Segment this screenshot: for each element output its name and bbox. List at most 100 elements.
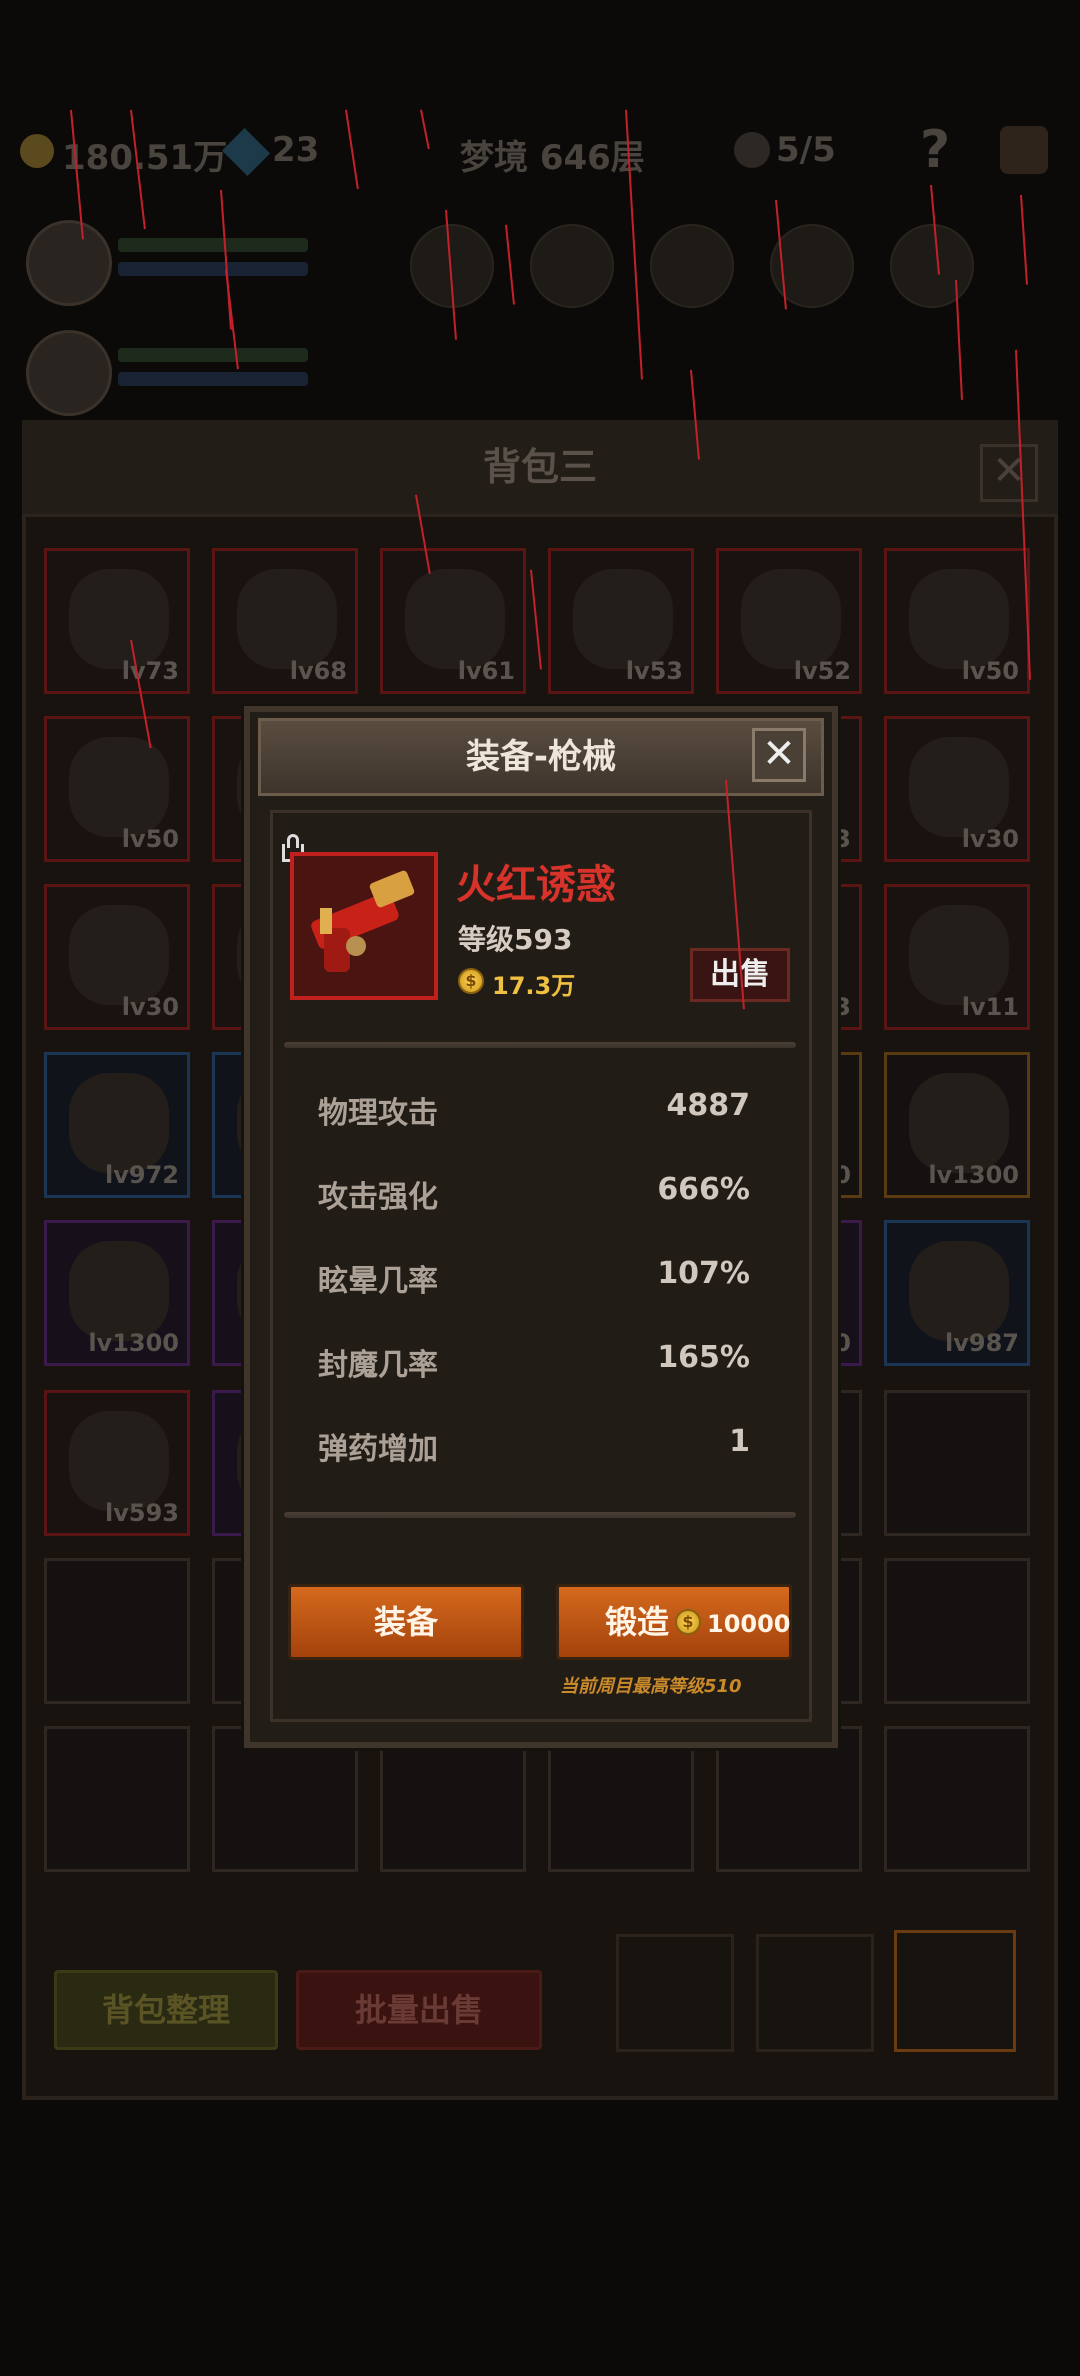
hero-avatar[interactable] [26, 220, 112, 306]
item-art-icon [909, 905, 1009, 1005]
slot-level-label: lv73 [121, 657, 179, 685]
stat-value: 165% [657, 1340, 750, 1375]
rain-streak [505, 224, 515, 305]
bag-slot[interactable] [44, 1558, 190, 1704]
item-art-icon [69, 1411, 169, 1511]
slot-level-label: lv30 [121, 993, 179, 1021]
item-art-icon [69, 1073, 169, 1173]
bag-slot[interactable]: lv987 [884, 1220, 1030, 1366]
item-art-icon [69, 1241, 169, 1341]
forge-label: 锻造 [605, 1603, 670, 1641]
stat-label: 物理攻击 [318, 1096, 438, 1131]
divider-top [284, 1042, 796, 1048]
bag-slot[interactable] [884, 1726, 1030, 1872]
pet-avatar[interactable] [26, 330, 112, 416]
bag-slot[interactable]: lv30 [884, 716, 1030, 862]
item-art-icon [741, 569, 841, 669]
rain-streak [420, 109, 430, 150]
item-art-icon [69, 737, 169, 837]
item-art-icon [237, 569, 337, 669]
slot-level-label: lv972 [105, 1161, 179, 1189]
slot-level-label: lv1300 [928, 1161, 1019, 1189]
menu-icon[interactable] [1000, 126, 1048, 174]
bag-slot[interactable] [44, 1726, 190, 1872]
slot-level-label: lv1300 [88, 1329, 179, 1357]
stat-value: 1 [729, 1424, 750, 1459]
help-button[interactable]: ? [920, 120, 950, 180]
bag-tab-3[interactable] [894, 1930, 1016, 2052]
bag-slot[interactable]: lv50 [44, 716, 190, 862]
max-level-note: 当前周目最高等级510 [560, 1676, 742, 1697]
bag-close-button[interactable]: ✕ [980, 444, 1038, 502]
gem-amount: 23 [272, 130, 320, 170]
slot-level-label: lv987 [945, 1329, 1019, 1357]
stage-label: 梦境 646层 [460, 138, 645, 178]
stat-value: 666% [657, 1172, 750, 1207]
forge-cost: 10000 [707, 1610, 791, 1638]
bag-slot[interactable] [884, 1558, 1030, 1704]
pet-hp-bar [118, 348, 308, 362]
hero-hp-bar [118, 238, 308, 252]
slot-level-label: lv68 [289, 657, 347, 685]
bag-slot[interactable]: lv52 [716, 548, 862, 694]
pet-mp-bar [118, 372, 308, 386]
item-name: 火红诱惑 [456, 862, 616, 908]
slot-level-label: lv593 [105, 1499, 179, 1527]
item-art-icon [69, 569, 169, 669]
item-level: 等级593 [458, 923, 573, 956]
bag-slot[interactable]: lv30 [44, 884, 190, 1030]
slot-level-label: lv50 [961, 657, 1019, 685]
coin-icon: $ [458, 968, 484, 994]
bag-title: 背包三 [22, 420, 1058, 517]
stat-label: 攻击强化 [318, 1180, 438, 1215]
bag-slot[interactable]: lv972 [44, 1052, 190, 1198]
item-art-icon [909, 1073, 1009, 1173]
bag-slot[interactable]: lv61 [380, 548, 526, 694]
bulk-sell-button[interactable]: 批量出售 [296, 1970, 542, 2050]
dialog-close-button[interactable]: ✕ [752, 728, 806, 782]
slot-level-label: lv52 [793, 657, 851, 685]
bag-slot[interactable]: lv73 [44, 548, 190, 694]
bag-slot[interactable]: lv53 [548, 548, 694, 694]
item-art-icon [909, 1241, 1009, 1341]
divider-bottom [284, 1512, 796, 1518]
gold-coin-icon [20, 134, 54, 168]
stat-label: 弹药增加 [318, 1432, 438, 1467]
bag-slot[interactable]: lv50 [884, 548, 1030, 694]
item-art-icon [573, 569, 673, 669]
red-gun-icon [311, 870, 415, 972]
bag-tab-2[interactable] [756, 1934, 874, 2052]
stat-value: 4887 [666, 1088, 751, 1123]
bag-slot[interactable]: lv1300 [884, 1052, 1030, 1198]
stat-label: 封魔几率 [318, 1348, 438, 1383]
skill-slot-3[interactable] [650, 224, 734, 308]
rain-streak [345, 109, 359, 190]
forge-button[interactable]: 锻造 $ 10000 [556, 1584, 792, 1660]
gem-icon [221, 127, 271, 177]
forge-coin-icon: $ [675, 1609, 701, 1635]
equip-button[interactable]: 装备 [288, 1584, 524, 1660]
stat-label: 眩晕几率 [318, 1264, 438, 1299]
gold-amount: 180.51万 [62, 138, 228, 178]
slot-level-label: lv53 [625, 657, 683, 685]
item-icon-frame [290, 852, 438, 1000]
bag-slot[interactable]: lv11 [884, 884, 1030, 1030]
item-art-icon [405, 569, 505, 669]
slot-level-label: lv61 [457, 657, 515, 685]
slot-level-label: lv50 [121, 825, 179, 853]
bag-slot[interactable] [884, 1390, 1030, 1536]
skill-slot-2[interactable] [530, 224, 614, 308]
slot-level-label: lv30 [961, 825, 1019, 853]
stat-value: 107% [657, 1256, 750, 1291]
sort-bag-button[interactable]: 背包整理 [54, 1970, 278, 2050]
bag-tab-1[interactable] [616, 1934, 734, 2052]
hero-mp-bar [118, 262, 308, 276]
dialog-title: 装备-枪械 [258, 718, 824, 796]
bag-slot[interactable]: lv1300 [44, 1220, 190, 1366]
skull-icon [734, 132, 770, 168]
bag-slot[interactable]: lv593 [44, 1390, 190, 1536]
item-art-icon [69, 905, 169, 1005]
item-price: 17.3万 [492, 972, 576, 1000]
skill-slot-5[interactable] [890, 224, 974, 308]
bag-slot[interactable]: lv68 [212, 548, 358, 694]
